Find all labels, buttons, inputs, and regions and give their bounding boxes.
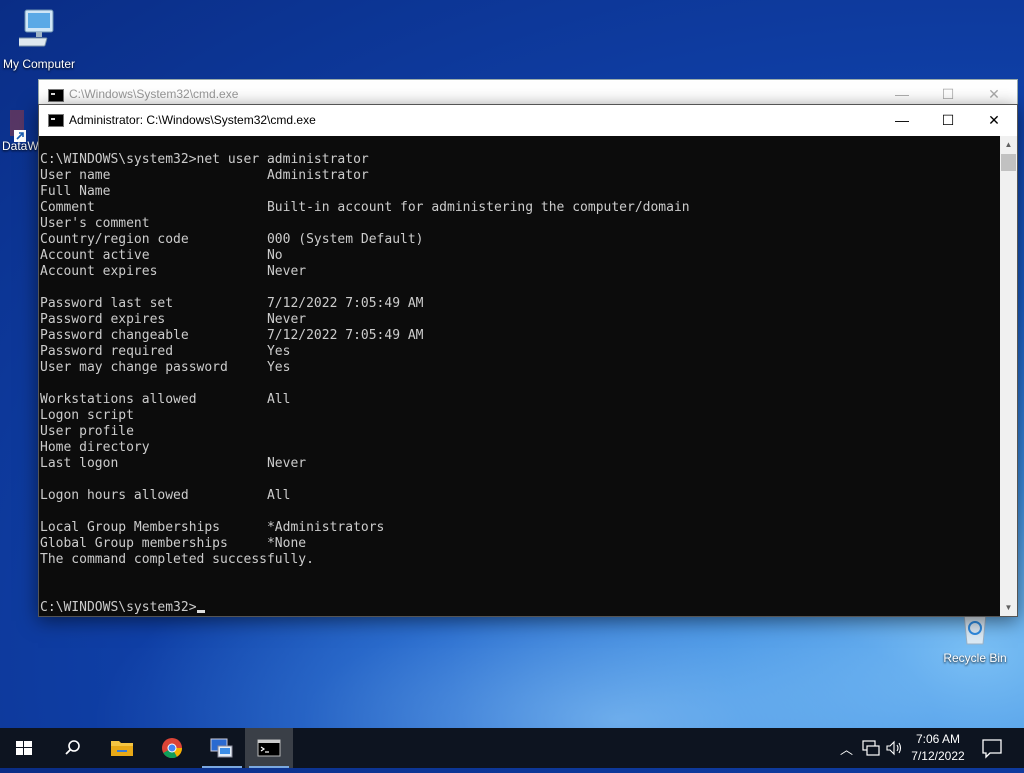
console-line: Password last set 7/12/2022 7:05:49 AM <box>40 296 424 311</box>
vertical-scrollbar[interactable]: ▲ ▼ <box>1000 136 1017 616</box>
desktop-icon-my-computer[interactable]: My Computer <box>0 8 78 71</box>
search-button[interactable] <box>48 728 96 768</box>
computer-icon <box>12 9 54 47</box>
console-line: Global Group memberships *None <box>40 536 307 551</box>
console-line: Password changeable 7/12/2022 7:05:49 AM <box>40 328 424 343</box>
console-line: Account expires Never <box>40 264 307 279</box>
console-line: C:\WINDOWS\system32>net user administrat… <box>40 152 369 167</box>
clock[interactable]: 7:06 AM 7/12/2022 <box>900 731 976 765</box>
window-title: Administrator: C:\Windows\System32\cmd.e… <box>69 113 316 127</box>
console-line: Account active No <box>40 248 283 263</box>
desktop-icon-label: DataW <box>2 139 39 153</box>
file-explorer-button[interactable] <box>98 728 146 768</box>
windows-logo-icon <box>16 741 32 755</box>
console-line: Workstations allowed All <box>40 392 291 407</box>
action-center-icon[interactable] <box>980 736 1004 760</box>
console-line: Logon script <box>40 408 134 423</box>
network-computer-icon <box>210 738 233 758</box>
clock-date: 7/12/2022 <box>911 749 965 763</box>
console-line: Home directory <box>40 440 150 455</box>
console-line: User profile <box>40 424 134 439</box>
console-line: User's comment <box>40 216 150 231</box>
shortcut-icon <box>10 110 26 142</box>
text-cursor <box>196 610 205 613</box>
console-line: Password expires Never <box>40 312 307 327</box>
console-line: Last logon Never <box>40 456 307 471</box>
chrome-button[interactable] <box>148 728 196 768</box>
cmd-icon <box>257 739 281 757</box>
console-line: The command completed successfully. <box>40 552 314 567</box>
scrollbar-thumb[interactable] <box>1001 154 1016 171</box>
console-line: Password required Yes <box>40 344 291 359</box>
maximize-button[interactable]: ☐ <box>925 105 971 136</box>
console-output[interactable]: C:\WINDOWS\system32>net user administrat… <box>39 136 1000 616</box>
console-line: Comment Built-in account for administeri… <box>40 200 690 215</box>
close-button[interactable]: ✕ <box>971 105 1017 136</box>
desktop-icon-dataw[interactable]: DataW <box>2 108 40 153</box>
recycle-bin-icon <box>963 613 987 645</box>
scroll-down-arrow-icon[interactable]: ▼ <box>1000 599 1017 616</box>
show-hidden-icons-chevron-icon[interactable]: ︿ <box>840 739 853 758</box>
title-bar[interactable]: Administrator: C:\Windows\System32\cmd.e… <box>39 105 1017 136</box>
minimize-button[interactable]: — <box>879 105 925 136</box>
console-text: C:\WINDOWS\system32>net user administrat… <box>40 152 690 616</box>
console-line: User may change password Yes <box>40 360 291 375</box>
console-line: Local Group Memberships *Administrators <box>40 520 385 535</box>
window-title: C:\Windows\System32\cmd.exe <box>69 87 239 101</box>
network-icon[interactable] <box>862 740 880 756</box>
cmd-app-icon <box>48 114 64 127</box>
network-app-button[interactable] <box>198 728 246 768</box>
taskbar: ︿ 7:06 AM 7/12/2022 <box>0 728 1024 768</box>
console-line: Country/region code 000 (System Default) <box>40 232 424 247</box>
console-line: Logon hours allowed All <box>40 488 291 503</box>
search-icon <box>65 740 80 755</box>
start-button[interactable] <box>0 728 48 768</box>
desktop-icon-label: Recycle Bin <box>943 651 1007 665</box>
desktop-icon-recycle-bin[interactable]: Recycle Bin <box>940 612 1010 665</box>
console-line: Full Name <box>40 184 111 199</box>
chrome-icon <box>162 738 183 759</box>
scroll-up-arrow-icon[interactable]: ▲ <box>1000 136 1017 153</box>
console-prompt[interactable]: C:\WINDOWS\system32> <box>40 600 197 615</box>
cmd-taskbar-button[interactable] <box>245 728 293 768</box>
desktop-icon-label: My Computer <box>2 57 76 71</box>
folder-icon <box>111 741 133 756</box>
cmd-window[interactable]: Administrator: C:\Windows\System32\cmd.e… <box>38 104 1018 617</box>
cmd-app-icon <box>48 89 64 102</box>
console-line: User name Administrator <box>40 168 369 183</box>
clock-time: 7:06 AM <box>915 732 961 746</box>
